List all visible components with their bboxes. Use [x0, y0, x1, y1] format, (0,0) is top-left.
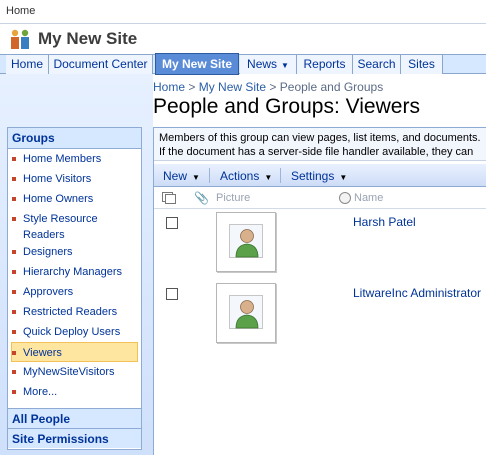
- top-home-link[interactable]: Home: [6, 5, 35, 17]
- bullet-icon: [12, 250, 16, 254]
- nav-tab-document-center[interactable]: Document Center: [49, 55, 153, 74]
- ql-site-permissions[interactable]: Site Permissions: [8, 428, 141, 448]
- toolbar-separator: [280, 168, 281, 183]
- bullet-icon: [12, 370, 16, 374]
- site-title[interactable]: My New Site: [38, 29, 137, 49]
- column-header-picture[interactable]: Picture: [216, 192, 250, 204]
- presence-icon: [339, 192, 351, 204]
- breadcrumb-home[interactable]: Home: [153, 80, 185, 94]
- bullet-icon: [12, 177, 16, 181]
- breadcrumb: Home > My New Site > People and Groups: [153, 80, 383, 94]
- ql-item-mynewsitevisitors[interactable]: MyNewSiteVisitors: [8, 362, 141, 382]
- page-title: People and Groups: Viewers: [153, 95, 420, 118]
- list-header: 📎 Picture Name: [154, 189, 486, 209]
- top-navigation: Home Document Center My New Site News ▼ R…: [0, 53, 486, 75]
- person-name-link[interactable]: LitwareInc Administrator: [353, 286, 481, 300]
- chevron-down-icon: ▼: [339, 173, 348, 182]
- ql-item-viewers[interactable]: Viewers: [11, 342, 138, 362]
- nav-tab-news[interactable]: News ▼: [240, 55, 297, 74]
- bullet-icon: [12, 351, 16, 355]
- ql-item-approvers[interactable]: Approvers: [8, 282, 141, 302]
- person-picture: [216, 212, 276, 272]
- person-picture: [216, 283, 276, 343]
- attachment-icon: 📎: [194, 191, 209, 205]
- main-content: Members of this group can view pages, li…: [153, 127, 486, 455]
- nav-tab-reports[interactable]: Reports: [297, 55, 353, 74]
- ql-item-hierarchy-managers[interactable]: Hierarchy Managers: [8, 262, 141, 282]
- row-checkbox[interactable]: [166, 217, 178, 229]
- toolbar-actions-menu[interactable]: Actions ▼: [220, 169, 272, 183]
- person-name-link[interactable]: Harsh Patel: [353, 215, 416, 229]
- ql-item-quick-deploy-users[interactable]: Quick Deploy Users: [8, 322, 141, 342]
- group-description: Members of this group can view pages, li…: [154, 127, 486, 161]
- list-row: LitwareInc Administrator: [154, 283, 486, 353]
- bullet-icon: [12, 197, 16, 201]
- chevron-down-icon: ▼: [192, 173, 200, 182]
- ql-item-home-members[interactable]: Home Members: [8, 149, 141, 169]
- list-row: Harsh Patel: [154, 211, 486, 281]
- ql-item-restricted-readers[interactable]: Restricted Readers: [8, 302, 141, 322]
- toolbar-separator: [209, 168, 210, 183]
- bullet-icon: [12, 390, 16, 394]
- toolbar-settings-menu[interactable]: Settings ▼: [291, 169, 347, 183]
- site-logo-icon: [11, 29, 29, 49]
- breadcrumb-separator: >: [269, 80, 277, 94]
- breadcrumb-current: People and Groups: [279, 80, 384, 94]
- ql-all-people[interactable]: All People: [8, 408, 141, 428]
- bullet-icon: [12, 310, 16, 314]
- ql-item-home-owners[interactable]: Home Owners: [8, 189, 141, 209]
- nav-tab-home[interactable]: Home: [6, 55, 49, 74]
- bullet-icon: [12, 217, 16, 221]
- chevron-down-icon: ▼: [281, 61, 289, 70]
- row-checkbox[interactable]: [166, 288, 178, 300]
- ql-item-home-visitors[interactable]: Home Visitors: [8, 169, 141, 189]
- ql-groups-heading[interactable]: Groups: [8, 128, 141, 149]
- bullet-icon: [12, 330, 16, 334]
- person-icon: [235, 300, 259, 329]
- bullet-icon: [12, 157, 16, 161]
- ql-item-style-resource-readers[interactable]: Style Resource Readers: [8, 209, 141, 242]
- toolbar-new-menu[interactable]: New ▼: [163, 169, 200, 183]
- nav-tab-my-new-site[interactable]: My New Site: [155, 53, 239, 75]
- bullet-icon: [12, 290, 16, 294]
- bullet-icon: [12, 270, 16, 274]
- ql-item-designers[interactable]: Designers: [8, 242, 141, 262]
- chevron-down-icon: ▼: [264, 173, 273, 182]
- top-bar: Home: [0, 0, 486, 24]
- ql-item-more[interactable]: More...: [8, 382, 141, 402]
- quick-launch: Groups Home Members Home Visitors Home O…: [7, 127, 142, 450]
- breadcrumb-separator: >: [188, 80, 196, 94]
- person-icon: [235, 229, 259, 258]
- site-header: My New Site: [0, 24, 486, 54]
- nav-tab-sites[interactable]: Sites: [401, 55, 443, 74]
- column-header-name[interactable]: Name: [354, 192, 383, 204]
- nav-tab-search[interactable]: Search: [353, 55, 401, 74]
- breadcrumb-my-new-site[interactable]: My New Site: [199, 80, 266, 94]
- select-all-icon[interactable]: [162, 192, 176, 204]
- list-toolbar: New ▼ Actions ▼ Settings ▼: [154, 164, 486, 187]
